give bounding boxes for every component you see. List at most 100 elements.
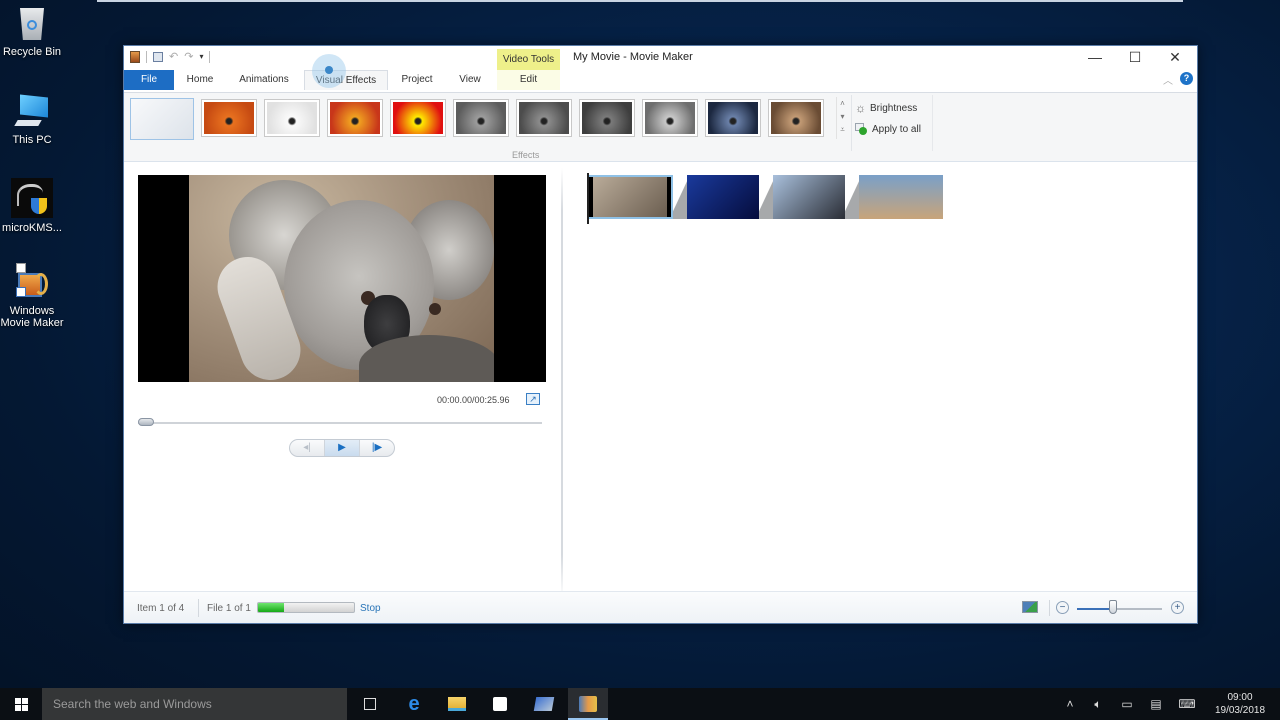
clip-thumbnail	[593, 177, 667, 217]
clip-transition[interactable]	[673, 175, 687, 219]
status-bar: Item 1 of 4 File 1 of 1 Stop − +	[124, 591, 1197, 623]
volume-icon[interactable]: 🔈︎	[1087, 688, 1109, 720]
pane-splitter[interactable]	[561, 168, 563, 598]
collapse-ribbon-icon[interactable]: ︿	[1163, 72, 1173, 87]
network-icon[interactable]: ▭	[1116, 688, 1138, 720]
control-panel-button[interactable]	[524, 688, 564, 720]
zoom-in-button[interactable]: +	[1171, 601, 1184, 614]
effect-preview-image	[519, 102, 569, 134]
folder-icon	[448, 697, 466, 711]
storyboard-clip-koala[interactable]	[587, 175, 673, 219]
window-title: My Movie - Movie Maker	[573, 51, 693, 63]
zoom-slider-fill	[1077, 608, 1113, 610]
help-icon[interactable]: ?	[1180, 72, 1193, 85]
effect-thumbnail[interactable]	[264, 99, 320, 137]
computer-icon	[14, 94, 50, 130]
storyboard-clip-desert[interactable]	[859, 175, 943, 219]
tab-view[interactable]: View	[449, 70, 491, 90]
gallery-scroll-up-icon[interactable]: ˄	[837, 97, 848, 110]
tab-project[interactable]: Project	[394, 70, 440, 90]
effect-thumbnail[interactable]	[516, 99, 572, 137]
next-frame-button[interactable]: |▶	[360, 440, 394, 456]
minimize-button[interactable]: —	[1075, 46, 1115, 70]
task-view-button[interactable]	[350, 688, 390, 720]
taskbar-search-box[interactable]: Search the web and Windows	[42, 688, 347, 720]
progress-bar	[257, 602, 355, 613]
maximize-button[interactable]: ☐	[1115, 46, 1155, 70]
previous-frame-button[interactable]: ◂|	[290, 440, 325, 456]
tab-file[interactable]: File	[124, 70, 174, 90]
effect-thumbnail[interactable]	[579, 99, 635, 137]
effect-thumbnail[interactable]	[390, 99, 446, 137]
task-view-icon	[364, 698, 376, 710]
stop-button[interactable]: Stop	[360, 603, 381, 614]
app-icon[interactable]	[130, 50, 140, 63]
effect-thumbnail[interactable]	[201, 99, 257, 137]
show-hidden-icons-button[interactable]: ˄	[1060, 688, 1080, 720]
file-explorer-button[interactable]	[437, 688, 477, 720]
effect-thumbnail[interactable]	[768, 99, 824, 137]
desktop-icon-microkms[interactable]: microKMS...	[0, 178, 67, 234]
zoom-out-button[interactable]: −	[1056, 601, 1069, 614]
zoom-slider-thumb[interactable]	[1108, 600, 1117, 614]
seek-thumb[interactable]	[138, 418, 154, 426]
play-button[interactable]: ▶	[325, 440, 360, 456]
apply-to-all-button[interactable]: Apply to all	[855, 123, 921, 135]
storyboard-clip-jellyfish[interactable]	[687, 175, 759, 219]
item-count: Item 1 of 4	[137, 603, 185, 614]
effect-preview-image	[204, 102, 254, 134]
window-edge-top	[97, 0, 1183, 2]
gallery-scroll-down-icon[interactable]: ▾	[837, 110, 848, 123]
redo-icon[interactable]: ↷	[184, 50, 193, 63]
movie-maker-window: ↶ ↷ ▾ Video Tools My Movie - Movie Maker…	[123, 45, 1198, 624]
effect-thumbnail[interactable]	[130, 98, 194, 140]
effect-thumbnail[interactable]	[642, 99, 698, 137]
effect-thumbnail[interactable]	[327, 99, 383, 137]
store-icon	[493, 697, 507, 711]
desktop-icon-label: This PC	[12, 134, 52, 146]
thumbnail-size-icon[interactable]	[1022, 601, 1038, 613]
start-button[interactable]	[0, 688, 42, 720]
gallery-more-icon[interactable]: ⩡	[837, 123, 848, 136]
movie-maker-taskbar-button[interactable]	[568, 688, 608, 720]
keyboard-icon[interactable]: ⌨	[1175, 688, 1199, 720]
tab-home[interactable]: Home	[177, 70, 223, 90]
effect-thumbnail[interactable]	[453, 99, 509, 137]
tab-animations[interactable]: Animations	[231, 70, 297, 90]
desktop-icon-this-pc[interactable]: This PC	[0, 94, 67, 146]
qat-separator	[146, 50, 147, 63]
save-icon[interactable]	[153, 51, 163, 62]
edge-button[interactable]: e	[394, 688, 434, 720]
status-separator	[1049, 600, 1050, 616]
timecode: 00:00.00/00:25.96	[437, 395, 510, 405]
seek-bar[interactable]	[138, 422, 542, 424]
brightness-button[interactable]: ☼ Brightness	[855, 101, 917, 115]
tab-edit[interactable]: Edit	[497, 70, 560, 90]
ribbon-panel: ˄ ▾ ⩡ ☼ Brightness Apply to all Effects	[124, 92, 1197, 162]
effect-preview-image	[456, 102, 506, 134]
effect-preview-image	[708, 102, 758, 134]
edge-icon: e	[408, 692, 420, 715]
action-center-icon[interactable]: ▤	[1145, 688, 1167, 720]
effect-thumbnail[interactable]	[705, 99, 761, 137]
storyboard-clip-penguins[interactable]	[773, 175, 845, 219]
video-preview[interactable]	[138, 175, 546, 382]
storyboard-playhead[interactable]	[587, 173, 589, 224]
clip-transition[interactable]	[759, 175, 773, 219]
clip-thumbnail	[773, 175, 845, 219]
store-button[interactable]	[480, 688, 520, 720]
preview-frame-koala	[189, 175, 494, 382]
clock[interactable]: 09:00 19/03/2018	[1204, 691, 1276, 717]
close-button[interactable]: ✕	[1155, 46, 1195, 70]
contextual-tab-group-label: Video Tools	[497, 49, 560, 70]
effect-preview-image	[330, 102, 380, 134]
effect-preview-image	[393, 102, 443, 134]
desktop-icon-windows-movie-maker[interactable]: Windows Movie Maker	[0, 263, 67, 329]
undo-icon[interactable]: ↶	[169, 50, 178, 63]
qat-customize-icon[interactable]: ▾	[199, 52, 203, 61]
movie-maker-icon	[579, 696, 597, 712]
zoom-slider[interactable]	[1077, 608, 1162, 610]
desktop-icon-recycle-bin[interactable]: Recycle Bin	[0, 6, 67, 58]
clip-transition[interactable]	[845, 175, 859, 219]
fullscreen-preview-icon[interactable]: ↗	[526, 393, 540, 405]
